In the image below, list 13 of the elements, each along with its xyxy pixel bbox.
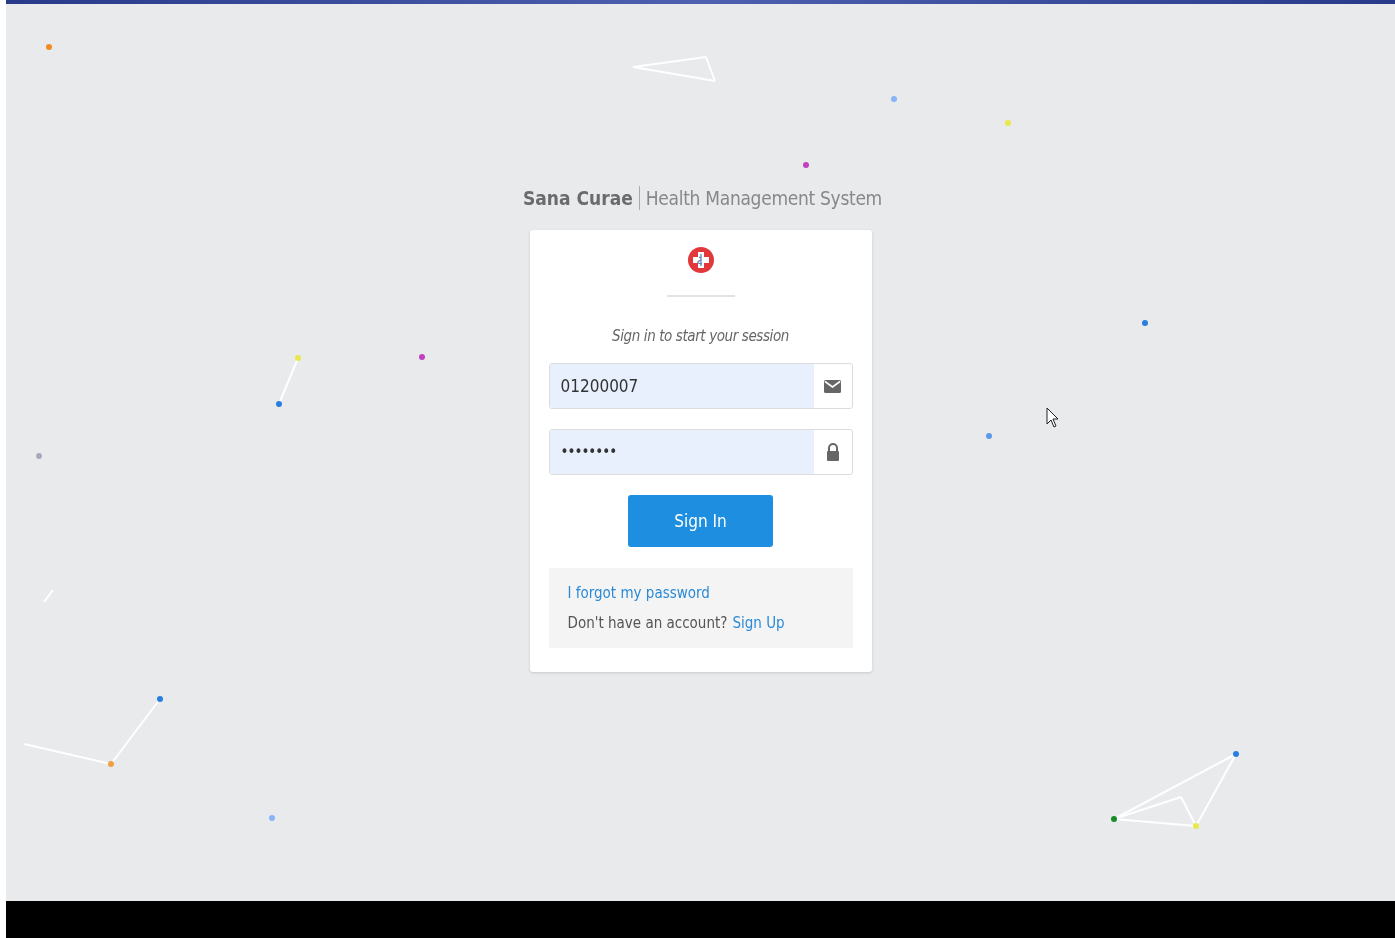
lock-icon [825,443,840,461]
signup-prompt: Don't have an account? [567,614,728,632]
sign-in-button[interactable]: Sign In [628,495,773,547]
app-subtitle: Health Management System [645,187,882,209]
sign-up-link[interactable]: Sign Up [732,614,785,632]
password-field[interactable]: •••••••• [548,429,853,475]
forgot-password-link[interactable]: I forgot my password [567,584,710,602]
medical-cross-logo-icon [686,246,715,274]
session-message: Sign in to start your session [612,327,789,345]
envelope-icon [824,379,841,393]
username-field[interactable]: 01200007 [548,363,853,409]
pointer-icon [1046,407,1060,429]
brand-name: Sana Curae [523,187,633,209]
